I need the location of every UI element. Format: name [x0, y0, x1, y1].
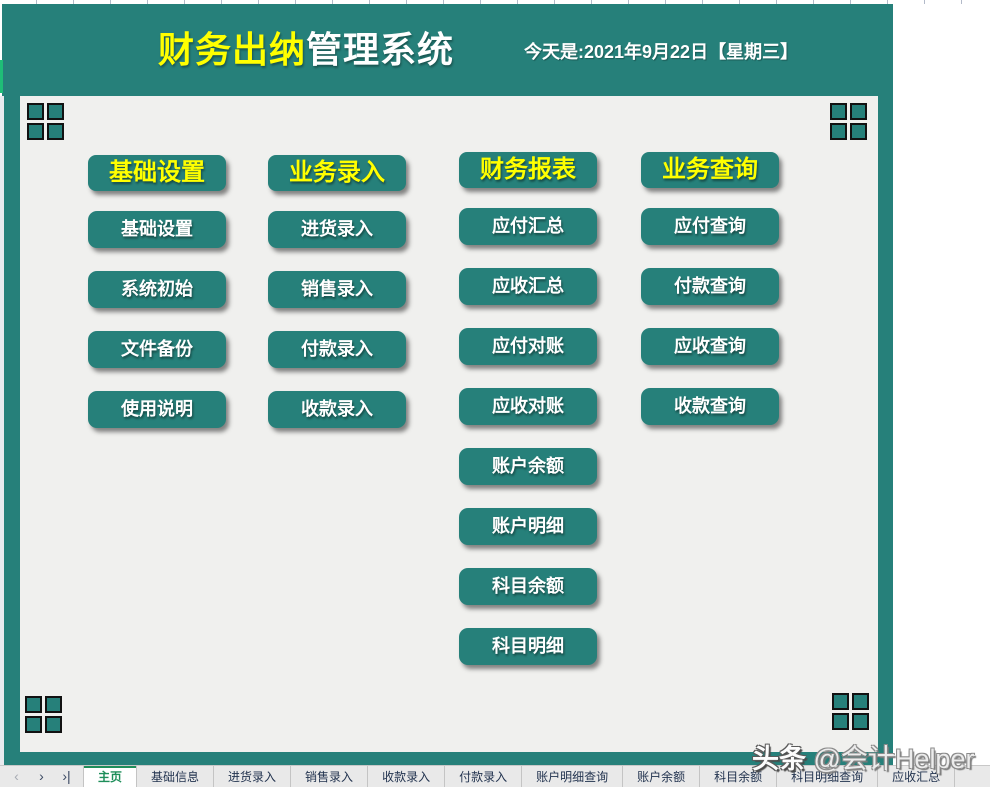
menu-button[interactable]: 付款查询	[641, 268, 779, 305]
sheet-nav: ‹ › ›|	[0, 766, 83, 787]
menu-column: 基础设置基础设置系统初始文件备份使用说明	[88, 155, 226, 451]
header-band: 财务出纳管理系统 今天是:2021年9月22日【星期三】	[2, 4, 893, 96]
menu-button[interactable]: 销售录入	[268, 271, 406, 308]
corner-square	[47, 123, 64, 140]
menu-button[interactable]: 科目明细	[459, 628, 597, 665]
corner-square	[47, 103, 64, 120]
menu-column: 业务查询应付查询付款查询应收查询收款查询	[641, 152, 779, 448]
corner-square	[852, 713, 869, 730]
menu-button[interactable]: 使用说明	[88, 391, 226, 428]
menu-button[interactable]: 科目余额	[459, 568, 597, 605]
sheet-tab-销售录入[interactable]: 销售录入	[290, 766, 367, 787]
corner-square	[45, 696, 62, 713]
page-title: 财务出纳管理系统	[158, 30, 454, 70]
menu-button[interactable]: 应收查询	[641, 328, 779, 365]
corner-square	[27, 123, 44, 140]
page-title-highlight: 财务出纳	[158, 29, 306, 70]
corner-square	[830, 123, 847, 140]
watermark-brand: 头条	[752, 744, 814, 774]
main-frame: 基础设置基础设置系统初始文件备份使用说明业务录入进货录入销售录入付款录入收款录入…	[4, 96, 893, 765]
menu-button[interactable]: 收款查询	[641, 388, 779, 425]
menu-section-header-button[interactable]: 基础设置	[88, 155, 226, 191]
menu-section-header-button[interactable]: 业务录入	[268, 155, 406, 191]
menu-button[interactable]: 账户余额	[459, 448, 597, 485]
corner-squares-bottom-left	[25, 696, 62, 733]
menu-button[interactable]: 付款录入	[268, 331, 406, 368]
menu-section-header-button[interactable]: 财务报表	[459, 152, 597, 188]
corner-square	[852, 693, 869, 710]
menu-button[interactable]: 应收对账	[459, 388, 597, 425]
menu-button[interactable]: 基础设置	[88, 211, 226, 248]
menu-button[interactable]: 账户明细	[459, 508, 597, 545]
menu-button[interactable]: 文件备份	[88, 331, 226, 368]
corner-squares-bottom-right	[832, 693, 869, 730]
corner-square	[27, 103, 44, 120]
sheet-tab-收款录入[interactable]: 收款录入	[367, 766, 444, 787]
sheet-tab-主页[interactable]: 主页	[83, 766, 136, 787]
main-panel: 基础设置基础设置系统初始文件备份使用说明业务录入进货录入销售录入付款录入收款录入…	[20, 96, 878, 752]
sheet-tab-付款录入[interactable]: 付款录入	[444, 766, 521, 787]
corner-square	[25, 716, 42, 733]
corner-square	[832, 693, 849, 710]
corner-squares-top-right	[830, 103, 867, 140]
sheet-tab-进货录入[interactable]: 进货录入	[213, 766, 290, 787]
app-window: 财务出纳管理系统 今天是:2021年9月22日【星期三】	[0, 0, 990, 787]
corner-squares-top-left	[27, 103, 64, 140]
menu-column: 财务报表应付汇总应收汇总应付对账应收对账账户余额账户明细科目余额科目明细	[459, 152, 597, 688]
corner-square	[832, 713, 849, 730]
menu-button[interactable]: 应付对账	[459, 328, 597, 365]
menu-section-header-button[interactable]: 业务查询	[641, 152, 779, 188]
corner-square	[830, 103, 847, 120]
corner-square	[850, 103, 867, 120]
menu-button[interactable]: 应付查询	[641, 208, 779, 245]
corner-square	[45, 716, 62, 733]
menu-column: 业务录入进货录入销售录入付款录入收款录入	[268, 155, 406, 451]
nav-last-icon[interactable]: ›|	[54, 766, 79, 787]
page-title-rest: 管理系统	[306, 29, 454, 70]
menu-button[interactable]: 系统初始	[88, 271, 226, 308]
today-date-text: 今天是:2021年9月22日【星期三】	[524, 41, 798, 63]
menu-button[interactable]: 应付汇总	[459, 208, 597, 245]
left-green-accent	[0, 60, 3, 93]
nav-prev-icon[interactable]: ‹	[4, 766, 29, 787]
sheet-tab-账户明细查询[interactable]: 账户明细查询	[521, 766, 622, 787]
sheet-tab-账户余额[interactable]: 账户余额	[622, 766, 699, 787]
menu-button[interactable]: 进货录入	[268, 211, 406, 248]
menu-button[interactable]: 收款录入	[268, 391, 406, 428]
sheet-tab-基础信息[interactable]: 基础信息	[136, 766, 213, 787]
menu-button[interactable]: 应收汇总	[459, 268, 597, 305]
nav-next-icon[interactable]: ›	[29, 766, 54, 787]
corner-square	[25, 696, 42, 713]
watermark: 头条 @会计Helper	[752, 737, 974, 776]
watermark-handle: @会计Helper	[814, 744, 975, 774]
corner-square	[850, 123, 867, 140]
